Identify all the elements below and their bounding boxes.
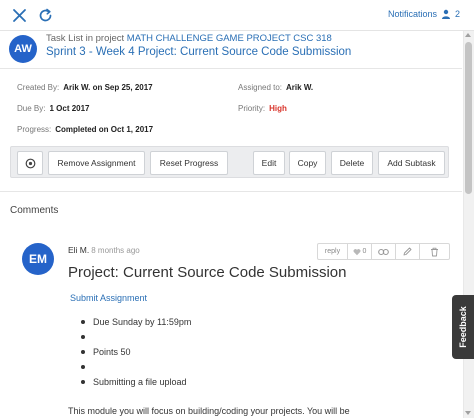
heart-icon: [353, 248, 360, 255]
list-item: Points 50: [80, 348, 191, 363]
close-icon[interactable]: [11, 7, 28, 24]
comment-time: 8 months ago: [91, 246, 140, 255]
comment-author-line: Eli M. 8 months ago: [68, 245, 140, 255]
created-by-row: Created By: Arik W. on Sep 25, 2017: [17, 83, 153, 92]
assigned-to-value: Arik W.: [286, 83, 314, 92]
priority-row: Priority: High: [238, 104, 287, 113]
scroll-down-arrow-icon[interactable]: [465, 411, 471, 415]
comment-toolbar: reply 0: [317, 243, 450, 260]
comment-title: Project: Current Source Code Submission: [68, 264, 347, 281]
notifications-button[interactable]: Notifications 2: [388, 9, 460, 19]
divider: [0, 68, 462, 69]
progress-value: Completed on Oct 1, 2017: [55, 125, 154, 134]
top-bar: Notifications 2: [0, 0, 474, 31]
scrollbar-thumb[interactable]: [465, 42, 472, 194]
list-item: [80, 333, 191, 348]
comments-heading: Comments: [10, 205, 59, 216]
delete-comment-button[interactable]: [420, 244, 449, 259]
comment-bullet-list: Due Sunday by 11:59pm Points 50 Submitti…: [80, 318, 191, 393]
assigned-to-row: Assigned to: Arik W.: [238, 83, 313, 92]
edit-comment-button[interactable]: [396, 244, 420, 259]
assigned-to-label: Assigned to:: [238, 83, 283, 92]
task-title: Sprint 3 - Week 4 Project: Current Sourc…: [46, 46, 352, 58]
due-by-value: 1 Oct 2017: [49, 104, 90, 113]
created-by-value: Arik W. on Sep 25, 2017: [63, 83, 153, 92]
link-icon: [378, 248, 389, 255]
like-button[interactable]: 0: [348, 244, 372, 259]
list-item: Due Sunday by 11:59pm: [80, 318, 191, 333]
list-item: [80, 363, 191, 378]
task-list-line: Task List in project MATH CHALLENGE GAME…: [46, 33, 332, 44]
comment-body: This module you will focus on building/c…: [68, 406, 350, 416]
created-by-label: Created By:: [17, 83, 60, 92]
reply-button[interactable]: reply: [318, 244, 348, 259]
edit-button[interactable]: Edit: [253, 151, 285, 175]
notifications-label: Notifications: [387, 9, 437, 19]
project-link[interactable]: MATH CHALLENGE GAME PROJECT CSC 318: [127, 33, 332, 44]
task-list-prefix: Task List in project: [46, 33, 125, 44]
copy-button[interactable]: Copy: [289, 151, 326, 175]
priority-label: Priority:: [238, 104, 266, 113]
trash-icon: [431, 247, 438, 256]
person-icon: [441, 9, 450, 19]
notifications-count: 2: [454, 9, 460, 19]
due-by-label: Due By:: [17, 104, 46, 113]
avatar: EM: [22, 243, 54, 275]
list-item: Submitting a file upload: [80, 378, 191, 393]
add-subtask-button[interactable]: Add Subtask: [378, 151, 445, 175]
progress-label: Progress:: [17, 125, 52, 134]
feedback-label: Feedback: [458, 306, 468, 348]
remove-assignment-button[interactable]: Remove Assignment: [48, 151, 145, 175]
progress-row: Progress: Completed on Oct 1, 2017: [17, 125, 153, 134]
delete-button[interactable]: Delete: [331, 151, 373, 175]
submit-assignment-link[interactable]: Submit Assignment: [70, 293, 147, 303]
avatar: AW: [9, 35, 37, 63]
link-button[interactable]: [372, 244, 396, 259]
like-count: 0: [362, 248, 367, 255]
refresh-icon[interactable]: [37, 7, 54, 24]
task-action-bar: Remove Assignment Reset Progress Edit Co…: [10, 146, 449, 178]
due-by-row: Due By: 1 Oct 2017: [17, 104, 90, 113]
divider: [0, 191, 462, 192]
status-circle-icon: [25, 158, 35, 168]
feedback-tab[interactable]: Feedback: [452, 295, 474, 359]
pencil-icon: [403, 247, 412, 256]
reset-progress-button[interactable]: Reset Progress: [150, 151, 228, 175]
comment-author: Eli M.: [68, 245, 90, 255]
priority-value: High: [269, 104, 287, 113]
status-toggle-button[interactable]: [17, 151, 43, 175]
scroll-up-arrow-icon[interactable]: [465, 33, 471, 37]
